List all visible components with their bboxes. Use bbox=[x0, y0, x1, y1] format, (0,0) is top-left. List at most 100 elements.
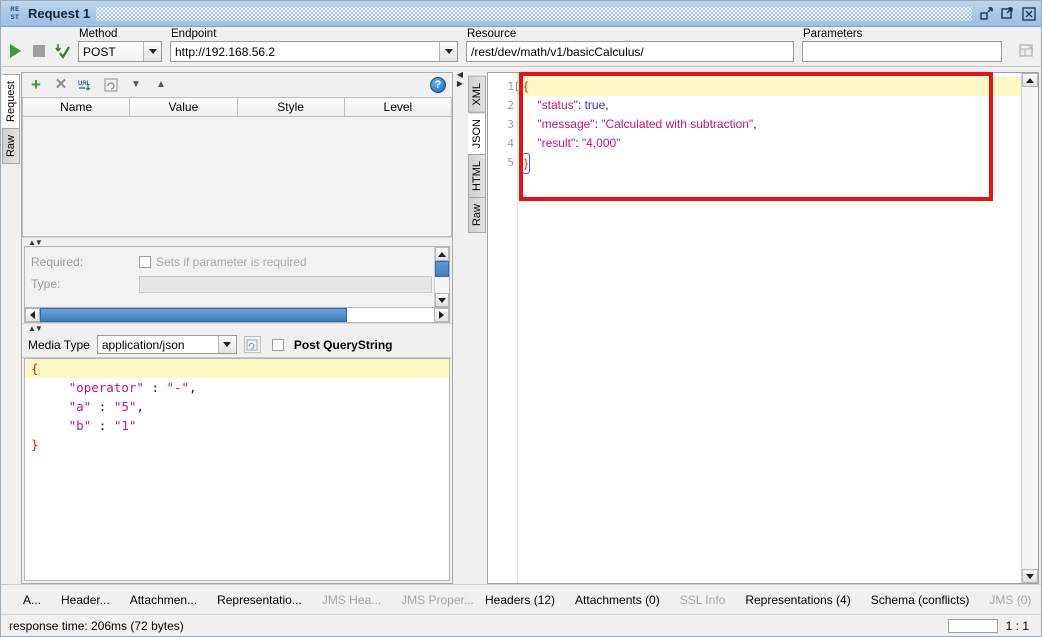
maximize-window-icon[interactable] bbox=[999, 5, 1016, 22]
collapse-right-icon[interactable]: ▶ bbox=[457, 79, 463, 88]
scroll-track[interactable] bbox=[435, 261, 449, 293]
tab-response-attachments[interactable]: Attachments (0) bbox=[565, 588, 670, 612]
scroll-up-icon[interactable] bbox=[435, 247, 449, 261]
required-label: Required: bbox=[31, 255, 84, 269]
column-header-style[interactable]: Style bbox=[236, 97, 345, 117]
column-header-name[interactable]: Name bbox=[21, 97, 131, 117]
scroll-track[interactable] bbox=[1022, 87, 1038, 569]
media-type-select[interactable]: application/json bbox=[96, 335, 237, 354]
method-select[interactable]: POST bbox=[78, 41, 162, 62]
scroll-down-icon[interactable] bbox=[435, 293, 449, 307]
splitter-request-response[interactable]: ◀ ▶ bbox=[453, 68, 467, 584]
response-view-tabs: XML JSON HTML Raw bbox=[467, 72, 487, 584]
restore-window-icon[interactable] bbox=[978, 5, 995, 22]
resource-input[interactable]: /rest/dev/math/v1/basicCalculus/ bbox=[466, 41, 794, 62]
tab-response-representations[interactable]: Representations (4) bbox=[735, 588, 860, 612]
response-body-viewer[interactable]: 1 − 2 3 4 5 { "status": true, "message":… bbox=[487, 72, 1039, 584]
add-row-icon[interactable]: + bbox=[28, 76, 44, 93]
move-up-icon[interactable]: ▲ bbox=[153, 77, 169, 93]
hscroll-thumb[interactable] bbox=[40, 308, 348, 322]
parameters-toolbar: + ✕ URL ▼ ▲ ? bbox=[22, 73, 452, 97]
submit-validate-icon[interactable] bbox=[53, 42, 70, 59]
stop-request-icon[interactable] bbox=[30, 42, 47, 59]
bottom-tab-bars: A... Header... Attachmen... Representati… bbox=[1, 584, 1041, 614]
rest-type-icon: RE ST bbox=[7, 5, 23, 23]
tab-jms: JMS (0) bbox=[989, 592, 1032, 607]
request-body-line: "operator" : "-", bbox=[68, 380, 197, 395]
tab-response-headers[interactable]: Headers (12) bbox=[475, 588, 565, 612]
request-bottom-tabs: A... Header... Attachmen... Representati… bbox=[1, 585, 474, 614]
type-input[interactable] bbox=[139, 275, 432, 293]
type-label: Type: bbox=[31, 277, 61, 291]
refresh-icon[interactable] bbox=[103, 77, 119, 93]
detail-horizontal-scrollbar[interactable] bbox=[24, 308, 450, 323]
media-type-value: application/json bbox=[101, 337, 185, 352]
scroll-down-icon[interactable] bbox=[1022, 569, 1038, 583]
titlebar-drag-area[interactable] bbox=[96, 6, 972, 21]
request-view-tabs: Request Raw bbox=[1, 68, 21, 584]
scroll-left-icon[interactable] bbox=[25, 308, 40, 322]
vtab-xml[interactable]: XML bbox=[468, 76, 486, 113]
tab-ssl-info: SSL Info bbox=[679, 592, 726, 607]
post-querystring-group: Post QueryString bbox=[271, 338, 393, 352]
response-vertical-scrollbar[interactable] bbox=[1021, 73, 1038, 583]
line-number: 5 bbox=[507, 156, 514, 169]
parameter-detail-pane: Required: Sets if parameter is required … bbox=[24, 246, 450, 308]
response-panel: XML JSON HTML Raw 1 − 2 3 4 5 { bbox=[467, 72, 1039, 584]
rest-badge-line1: RE bbox=[10, 6, 20, 13]
response-code-text[interactable]: { "status": true, "message": "Calculated… bbox=[518, 73, 1021, 583]
close-window-icon[interactable] bbox=[1020, 5, 1037, 22]
parameters-field-group: Parameters bbox=[802, 28, 1002, 62]
format-json-icon[interactable] bbox=[243, 336, 261, 353]
parameters-table: Name Value Style Level bbox=[21, 97, 453, 117]
chevron-down-icon[interactable] bbox=[439, 42, 457, 61]
request-body-line: "b" : "1" bbox=[68, 418, 137, 433]
vtab-html[interactable]: HTML bbox=[468, 153, 486, 198]
detail-vertical-scrollbar[interactable] bbox=[434, 247, 449, 307]
tab-auth[interactable]: A... bbox=[13, 588, 51, 612]
move-down-icon[interactable]: ▼ bbox=[128, 77, 144, 93]
endpoint-input[interactable]: http://192.168.56.2 bbox=[170, 41, 458, 62]
run-request-icon[interactable] bbox=[7, 42, 24, 59]
window-controls bbox=[978, 5, 1037, 22]
parameters-label: Parameters bbox=[803, 28, 863, 40]
column-header-level[interactable]: Level bbox=[343, 97, 453, 117]
column-header-value[interactable]: Value bbox=[129, 97, 238, 117]
tab-attachments[interactable]: Attachmen... bbox=[120, 588, 207, 612]
type-row: Type: bbox=[31, 273, 434, 295]
window-titlebar: RE ST Request 1 bbox=[1, 1, 1041, 27]
response-body-line: { bbox=[518, 77, 1021, 96]
hscroll-track[interactable] bbox=[40, 308, 434, 322]
table-filter-icon[interactable] bbox=[1018, 42, 1035, 59]
vtab-request[interactable]: Request bbox=[2, 74, 20, 129]
method-value: POST bbox=[83, 44, 116, 59]
collapse-left-icon[interactable]: ◀ bbox=[457, 70, 463, 79]
vtab-json[interactable]: JSON bbox=[468, 111, 486, 155]
vtab-raw[interactable]: Raw bbox=[2, 127, 20, 164]
tab-representations[interactable]: Representatio... bbox=[207, 588, 312, 612]
response-body-line: "result": "4,000" bbox=[537, 136, 621, 150]
tab-headers[interactable]: Header... bbox=[51, 588, 120, 612]
chevron-down-icon[interactable] bbox=[143, 42, 161, 61]
svg-text:URL: URL bbox=[78, 81, 91, 87]
scroll-up-icon[interactable] bbox=[1022, 73, 1038, 87]
scroll-thumb[interactable] bbox=[435, 261, 449, 277]
required-checkbox[interactable] bbox=[139, 256, 151, 268]
vtab-raw[interactable]: Raw bbox=[468, 196, 486, 233]
line-number: 1 − bbox=[488, 77, 525, 96]
url-encode-icon[interactable]: URL bbox=[78, 77, 94, 93]
parameters-table-body[interactable] bbox=[22, 117, 452, 237]
splitter-params-detail[interactable]: ▲▼ bbox=[22, 237, 452, 247]
request-body-editor[interactable]: { "operator" : "-", "a" : "5", "b" : "1"… bbox=[24, 358, 450, 581]
tab-schema[interactable]: Schema (conflicts) bbox=[861, 588, 980, 612]
chevron-down-icon[interactable] bbox=[217, 336, 236, 353]
request-toolbar: Method POST Endpoint http://192.168.56.2… bbox=[1, 27, 1041, 67]
post-querystring-checkbox[interactable] bbox=[271, 338, 284, 351]
splitter-detail-body[interactable]: ▲▼ bbox=[22, 323, 452, 333]
delete-row-icon[interactable]: ✕ bbox=[53, 77, 69, 93]
status-progress-box bbox=[947, 618, 998, 633]
help-icon[interactable]: ? bbox=[430, 77, 446, 93]
parameters-input[interactable] bbox=[802, 41, 1002, 62]
media-type-row: Media Type application/json Post QuerySt… bbox=[22, 332, 452, 358]
scroll-right-icon[interactable] bbox=[434, 308, 449, 322]
